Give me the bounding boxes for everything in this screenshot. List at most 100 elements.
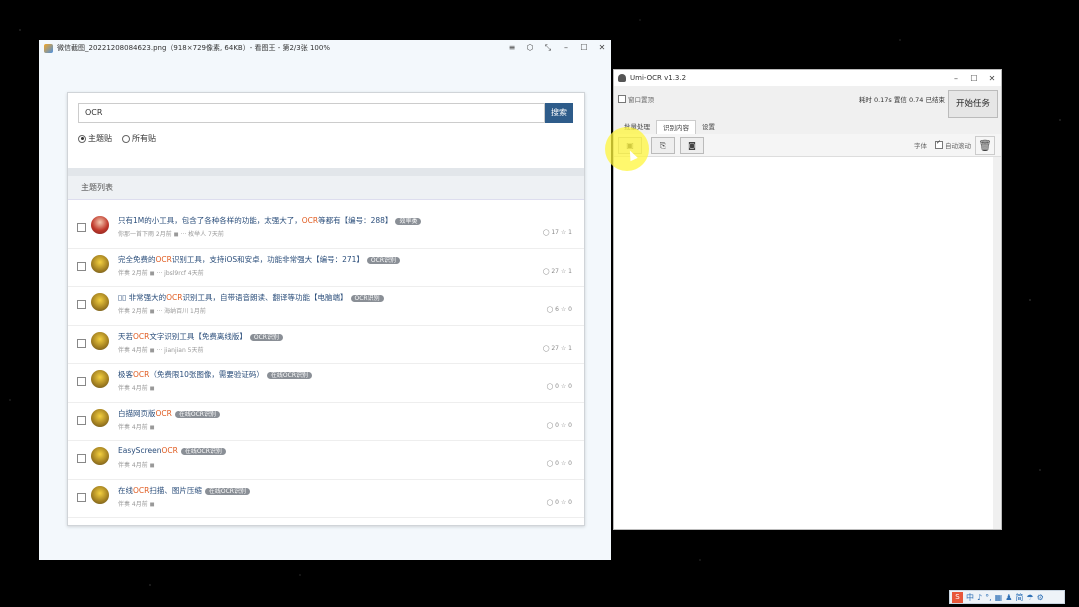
maximize-button[interactable]: ☐: [575, 43, 593, 53]
start-task-button[interactable]: 开始任务: [948, 90, 998, 118]
avatar[interactable]: [91, 370, 109, 388]
topic-title[interactable]: EasyScreenOCR 在线OCR识别: [118, 446, 226, 455]
autoscroll-checkbox[interactable]: 自动滚动: [935, 139, 971, 150]
vertical-scrollbar[interactable]: [993, 157, 1001, 529]
topic-title[interactable]: 完全免费的OCR识别工具，支持iOS和安卓，功能非常强大【编号：271】 OCR识…: [118, 254, 401, 265]
category-tag[interactable]: OCR识别: [366, 256, 401, 264]
category-tag[interactable]: OCR识别: [249, 333, 283, 341]
search-input[interactable]: OCR: [78, 103, 545, 123]
category-tag[interactable]: 在线OCR识别: [266, 372, 312, 379]
radio-checked-icon: [78, 134, 86, 143]
row-checkbox[interactable]: [77, 300, 86, 309]
close-button[interactable]: ✕: [593, 43, 611, 53]
avatar[interactable]: [91, 293, 109, 311]
category-tag[interactable]: 在线OCR识别: [180, 448, 226, 455]
title-highlight: OCR: [161, 446, 178, 455]
category-tag[interactable]: OCR识别: [350, 295, 384, 302]
ime-lang[interactable]: 中: [966, 592, 974, 603]
umi-tabs: 批量处理 识别内容 设置: [614, 120, 1001, 134]
row-checkbox[interactable]: [77, 415, 86, 425]
row-checkbox[interactable]: [77, 492, 86, 502]
toolbar-options: 字体 自动滚动: [914, 139, 971, 150]
ime-user-icon[interactable]: ♟: [1005, 593, 1012, 602]
always-on-top-checkbox[interactable]: 窗口置顶: [618, 94, 654, 104]
tab-results[interactable]: 识别内容: [656, 120, 696, 134]
font-button[interactable]: 字体: [914, 140, 927, 150]
fullscreen-icon[interactable]: ⤡: [539, 43, 557, 53]
avatar[interactable]: [91, 485, 109, 504]
row-checkbox[interactable]: [77, 454, 86, 463]
umi-minimize-button[interactable]: –: [947, 74, 965, 83]
topic-row[interactable]: ▯▯ 非常强大的OCR识别工具，自带语音朗读、翻译等功能【电脑端】 OCR识别 伴奏…: [68, 287, 584, 326]
radio-main-topic[interactable]: 主题贴: [78, 133, 112, 144]
topic-title[interactable]: 只有1M的小工具，包含了各种各样的功能，太强大了，OCR等都有【编号：288】效…: [118, 215, 422, 226]
ime-logo-icon[interactable]: S: [952, 591, 963, 603]
topic-meta: 伴奏 4月前 ◼: [118, 385, 155, 392]
topic-row[interactable]: 在线OCR扫描、图片压缩 在线OCR识别 伴奏 4月前 ◼ ◯ 0 ☆ 0: [68, 480, 584, 518]
ime-symbol-icon[interactable]: °,: [985, 593, 992, 602]
topic-row[interactable]: EasyScreenOCR 在线OCR识别 伴奏 4月前 ◼ ◯ 0 ☆ 0: [68, 441, 584, 480]
umi-status-bar: 窗口置顶 耗时 0.17s 置信 0.74 已结束 开始任务: [614, 86, 1001, 120]
avatar[interactable]: [91, 447, 109, 465]
topic-meta: 伴奏 4月前 ◼: [118, 500, 155, 508]
checkbox-icon: [618, 95, 626, 103]
topic-meta: 你那一首下雨 2月前 ◼ ··· 枚举人 7天前: [118, 231, 224, 238]
category-tag[interactable]: 在线OCR识别: [204, 487, 250, 495]
topic-list: 只有1M的小工具，包含了各种各样的功能，太强大了，OCR等都有【编号：288】效…: [68, 210, 584, 518]
topic-stats: ◯ 27 ☆ 1: [542, 344, 572, 352]
row-checkbox[interactable]: [77, 223, 86, 232]
camera-icon[interactable]: ◙: [680, 137, 704, 154]
category-tag[interactable]: 在线OCR识别: [174, 410, 220, 418]
row-checkbox[interactable]: [77, 338, 86, 348]
clipboard-icon[interactable]: ⎘: [651, 137, 675, 154]
topic-title[interactable]: 在线OCR扫描、图片压缩 在线OCR识别: [118, 485, 250, 496]
ime-keyboard-icon[interactable]: ▦: [995, 593, 1003, 602]
avatar[interactable]: [91, 216, 109, 234]
avatar[interactable]: [91, 254, 109, 273]
title-text-rest: 文字识别工具【免费离线版】: [149, 331, 247, 341]
topic-title[interactable]: 极客OCR（免费限10张图像，需要验证码） 在线OCR识别: [118, 369, 312, 380]
avatar[interactable]: [91, 331, 109, 350]
ime-skin-icon[interactable]: ☂: [1026, 593, 1033, 602]
umi-close-button[interactable]: ✕: [983, 74, 1001, 83]
topic-row[interactable]: 完全免费的OCR识别工具，支持iOS和安卓，功能非常强大【编号：271】 OCR识…: [68, 249, 584, 287]
title-highlight: OCR: [133, 331, 150, 341]
radio-all-posts[interactable]: 所有贴: [122, 133, 156, 144]
radio-unchecked-icon: [122, 134, 130, 143]
trash-icon[interactable]: 🗑: [975, 136, 995, 155]
topic-row[interactable]: 极客OCR（免费限10张图像，需要验证码） 在线OCR识别 伴奏 4月前 ◼ ◯ 0 …: [68, 364, 584, 403]
title-text: 在线: [118, 485, 133, 495]
viewer-titlebar[interactable]: 微信截图_20221208084623.png（918×729像素, 64KB）…: [39, 40, 611, 56]
umi-titlebar[interactable]: Umi-OCR v1.3.2 – ☐ ✕: [614, 70, 1001, 86]
row-checkbox[interactable]: [77, 377, 86, 386]
title-text: 白描网页版: [118, 408, 156, 418]
minimize-button[interactable]: –: [557, 43, 575, 53]
image-viewer-window: 微信截图_20221208084623.png（918×729像素, 64KB）…: [39, 40, 611, 560]
row-checkbox[interactable]: [77, 261, 86, 271]
skin-icon[interactable]: ⬡: [521, 43, 539, 53]
title-text-rest: 扫描、图片压缩: [149, 485, 202, 495]
search-scope-radios: 主题贴 所有贴: [78, 133, 156, 144]
divider-band: [68, 168, 584, 176]
topic-title[interactable]: 天若OCR文字识别工具【免费离线版】 OCR识别: [118, 331, 283, 342]
topic-list-header: 主题列表: [68, 176, 584, 200]
umi-maximize-button[interactable]: ☐: [965, 74, 983, 83]
ime-simplified[interactable]: 简: [1015, 592, 1023, 603]
topic-title[interactable]: ▯▯ 非常强大的OCR识别工具，自带语音朗读、翻译等功能【电脑端】 OCR识别: [118, 292, 384, 303]
topic-row[interactable]: 只有1M的小工具，包含了各种各样的功能，太强大了，OCR等都有【编号：288】效…: [68, 210, 584, 249]
title-text-rest: 识别工具，支持iOS和安卓，功能非常强大【编号：271】: [171, 254, 364, 264]
ime-settings-icon[interactable]: ⚙: [1037, 593, 1044, 602]
search-button[interactable]: 搜索: [545, 103, 573, 123]
topic-stats: ◯ 0 ☆ 0: [546, 498, 572, 506]
avatar[interactable]: [91, 408, 109, 427]
topic-title[interactable]: 白描网页版OCR 在线OCR识别: [118, 408, 220, 419]
ocr-result-textarea[interactable]: [614, 157, 993, 529]
tab-settings[interactable]: 设置: [696, 120, 721, 134]
menu-icon[interactable]: ≡: [503, 43, 521, 53]
umi-ocr-window: Umi-OCR v1.3.2 – ☐ ✕ 窗口置顶 耗时 0.17s 置信 0.…: [613, 69, 1002, 530]
forum-screenshot-card: OCR 搜索 主题贴 所有贴 主题列表 只有1M的小工具，包含了各种各样的功能，…: [67, 92, 585, 526]
category-tag[interactable]: 效率类: [395, 218, 422, 225]
topic-row[interactable]: 天若OCR文字识别工具【免费离线版】 OCR识别 伴奏 4月前 ◼ ··· jian…: [68, 326, 584, 364]
topic-row[interactable]: 白描网页版OCR 在线OCR识别 伴奏 4月前 ◼ ◯ 0 ☆ 0: [68, 403, 584, 441]
ime-punct-icon[interactable]: ♪: [977, 593, 982, 602]
